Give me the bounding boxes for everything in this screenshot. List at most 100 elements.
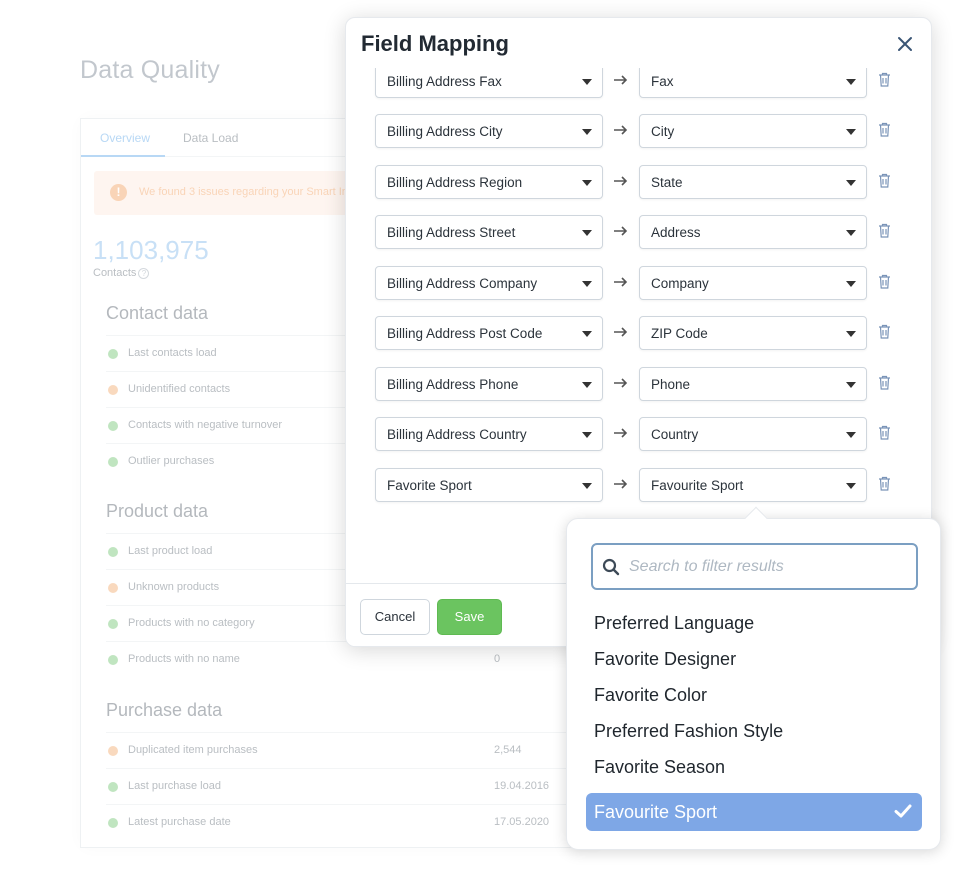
target-field-select[interactable]: City [639, 114, 867, 148]
chevron-down-icon [846, 331, 856, 337]
help-icon[interactable]: ? [138, 267, 150, 279]
target-field-select[interactable]: Fax [639, 68, 867, 98]
source-field-select[interactable]: Billing Address Street [375, 215, 603, 249]
target-field-select[interactable]: State [639, 165, 867, 199]
row-value: 17.05.2020 [494, 816, 550, 828]
arrow-right-icon [614, 125, 628, 135]
search-input[interactable] [629, 555, 909, 579]
source-field-select[interactable]: Billing Address Post Code [375, 316, 603, 350]
row-label: Last purchase load [128, 780, 221, 792]
source-field-select[interactable]: Billing Address Country [375, 417, 603, 451]
trash-icon[interactable] [878, 425, 891, 440]
target-field-value: Favourite Sport [651, 478, 744, 493]
chevron-down-icon [582, 331, 592, 337]
modal-title: Field Mapping [361, 31, 509, 56]
chevron-down-icon [846, 180, 856, 186]
target-field-select[interactable]: Address [639, 215, 867, 249]
source-field-select[interactable]: Billing Address Company [375, 266, 603, 300]
target-field-value: City [651, 124, 675, 139]
chevron-down-icon [846, 432, 856, 438]
target-field-select[interactable]: Favourite Sport [639, 468, 867, 502]
mapping-row: Billing Address Fax Fax [375, 68, 895, 100]
search-box [591, 543, 918, 590]
target-field-select[interactable]: Country [639, 417, 867, 451]
chevron-down-icon [582, 79, 592, 85]
contacts-label: Contacts? [93, 267, 150, 279]
row-value: 19.04.2016 [494, 780, 550, 792]
source-field-value: Billing Address Country [387, 427, 527, 442]
dropdown-option[interactable]: Preferred Language [594, 613, 754, 634]
source-field-select[interactable]: Billing Address Phone [375, 367, 603, 401]
close-button[interactable] [893, 32, 917, 56]
trash-icon[interactable] [878, 324, 891, 339]
target-field-value: State [651, 175, 683, 190]
chevron-down-icon [582, 382, 592, 388]
target-field-value: Phone [651, 377, 691, 392]
target-field-select[interactable]: Phone [639, 367, 867, 401]
row-label: Unidentified contacts [128, 383, 231, 395]
row-label: Contacts with negative turnover [128, 419, 283, 431]
chevron-down-icon [846, 382, 856, 388]
mapping-row: Billing Address Street Address [375, 215, 895, 251]
trash-icon[interactable] [878, 72, 891, 87]
arrow-right-icon [614, 277, 628, 287]
check-circle-icon [108, 655, 118, 665]
source-field-select[interactable]: Billing Address Region [375, 165, 603, 199]
mapping-row: Billing Address Region State [375, 165, 895, 201]
trash-icon[interactable] [878, 173, 891, 188]
chevron-down-icon [582, 129, 592, 135]
check-circle-icon [108, 619, 118, 629]
row-label: Last product load [128, 545, 213, 557]
target-field-value: Fax [651, 74, 674, 89]
save-button[interactable]: Save [437, 599, 502, 635]
source-field-select[interactable]: Billing Address Fax [375, 68, 603, 98]
source-field-select[interactable]: Billing Address City [375, 114, 603, 148]
dropdown-option-selected[interactable]: Favourite Sport [586, 793, 922, 831]
mapping-list[interactable]: Billing Address Fax Fax Billing Address … [346, 68, 931, 528]
cancel-button[interactable]: Cancel [360, 599, 430, 635]
target-field-value: ZIP Code [651, 326, 708, 341]
target-field-dropdown: Preferred Language Favorite Designer Fav… [566, 506, 941, 850]
table-row: Last purchase load 19.04.2016 [106, 768, 576, 804]
warning-circle-icon [108, 583, 118, 593]
trash-icon[interactable] [878, 476, 891, 491]
tab-data-load[interactable]: Data Load [183, 131, 238, 145]
mapping-row: Billing Address Post Code ZIP Code [375, 316, 895, 352]
mapping-row: Billing Address Company Company [375, 266, 895, 302]
chevron-down-icon [846, 230, 856, 236]
target-field-select[interactable]: ZIP Code [639, 316, 867, 350]
source-field-value: Favorite Sport [387, 478, 472, 493]
section-title-purchase: Purchase data [106, 700, 223, 720]
source-field-value: Billing Address Street [387, 225, 516, 240]
target-field-select[interactable]: Company [639, 266, 867, 300]
target-field-value: Address [651, 225, 701, 240]
dropdown-option[interactable]: Favorite Designer [594, 649, 736, 670]
dropdown-option[interactable]: Favorite Season [594, 757, 725, 778]
mapping-row: Billing Address City City [375, 114, 895, 150]
dropdown-option[interactable]: Preferred Fashion Style [594, 721, 783, 742]
check-circle-icon [108, 782, 118, 792]
page-title: Data Quality [80, 56, 220, 84]
trash-icon[interactable] [878, 122, 891, 137]
chevron-down-icon [582, 483, 592, 489]
row-label: Products with no name [128, 653, 240, 665]
tab-overview[interactable]: Overview [100, 131, 150, 145]
selected-option-label: Favourite Sport [594, 802, 718, 822]
trash-icon[interactable] [878, 223, 891, 238]
source-field-select[interactable]: Favorite Sport [375, 468, 603, 502]
dropdown-option[interactable]: Favorite Color [594, 685, 707, 706]
target-field-value: Company [651, 276, 709, 291]
trash-icon[interactable] [878, 274, 891, 289]
check-circle-icon [108, 421, 118, 431]
row-label: Unknown products [128, 581, 220, 593]
row-label: Last contacts load [128, 347, 217, 359]
check-circle-icon [108, 349, 118, 359]
check-circle-icon [108, 457, 118, 467]
source-field-value: Billing Address Fax [387, 74, 502, 89]
target-field-value: Country [651, 427, 699, 442]
chevron-down-icon [582, 432, 592, 438]
arrow-right-icon [614, 75, 628, 85]
row-label: Latest purchase date [128, 816, 231, 828]
chevron-down-icon [846, 483, 856, 489]
trash-icon[interactable] [878, 375, 891, 390]
